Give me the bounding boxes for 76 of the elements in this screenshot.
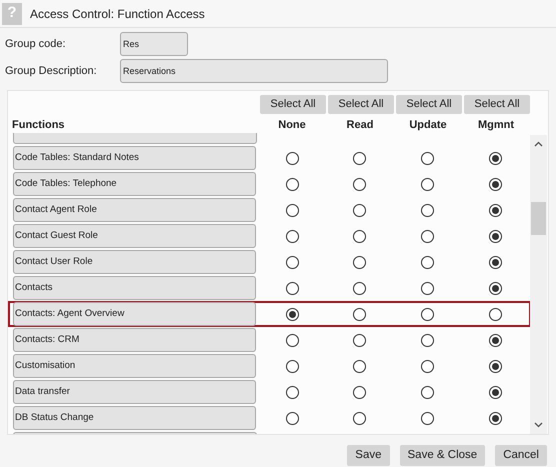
select-all-button[interactable]: Select All <box>260 95 326 114</box>
radio-button[interactable] <box>421 360 434 372</box>
radio-button[interactable] <box>353 334 366 346</box>
function-label: Code Tables: Standard Notes <box>13 146 256 170</box>
radio-button[interactable] <box>488 412 502 424</box>
radio-button[interactable] <box>353 360 366 372</box>
radio-button[interactable] <box>421 152 434 164</box>
radio-button[interactable] <box>353 230 366 242</box>
radio-button[interactable] <box>421 178 434 190</box>
radio-button[interactable] <box>286 204 299 216</box>
function-label: Contacts <box>13 276 256 300</box>
radio-button[interactable] <box>421 386 434 398</box>
radio-button[interactable] <box>488 230 502 242</box>
radio-button[interactable] <box>286 360 299 372</box>
scroll-thumb[interactable] <box>531 202 546 235</box>
column-header: None <box>278 118 306 132</box>
radio-button[interactable] <box>488 308 502 320</box>
radio-button[interactable] <box>488 386 502 398</box>
radio-button[interactable] <box>353 386 366 398</box>
radio-button[interactable] <box>488 282 502 294</box>
radio-button[interactable] <box>286 282 299 294</box>
radio-button[interactable] <box>286 256 299 268</box>
radio-button[interactable] <box>353 308 366 320</box>
function-label: Contacts: Agent Overview <box>13 302 256 326</box>
radio-button[interactable] <box>421 308 434 320</box>
column-header: Mgmnt <box>478 118 514 132</box>
radio-button[interactable] <box>286 178 299 190</box>
radio-button[interactable] <box>488 334 502 346</box>
scroll-up-icon[interactable] <box>534 141 543 147</box>
footer-button[interactable]: Cancel <box>495 445 547 466</box>
column-header: Update <box>409 118 447 132</box>
radio-button[interactable] <box>488 178 502 190</box>
window-title: Access Control: Function Access <box>30 6 205 22</box>
radio-button[interactable] <box>421 334 434 346</box>
input-field[interactable]: Reservations <box>120 59 388 83</box>
radio-button[interactable] <box>421 230 434 242</box>
function-label: Contact Guest Role <box>13 224 256 248</box>
radio-button[interactable] <box>353 282 366 294</box>
footer-button[interactable]: Save <box>347 445 390 466</box>
function-label: Code Tables: Telephone <box>13 172 256 196</box>
function-label: Contacts: CRM <box>13 328 256 352</box>
radio-button[interactable] <box>353 204 366 216</box>
radio-button[interactable] <box>286 308 299 320</box>
radio-button[interactable] <box>353 152 366 164</box>
radio-button[interactable] <box>286 152 299 164</box>
radio-button[interactable] <box>286 412 299 424</box>
radio-button[interactable] <box>421 282 434 294</box>
select-all-button[interactable]: Select All <box>464 95 530 114</box>
function-label: Data transfer <box>13 380 256 404</box>
radio-button[interactable] <box>353 412 366 424</box>
field-label: Group Description: <box>5 64 98 79</box>
field-label: Group code: <box>5 36 67 52</box>
footer-button[interactable]: Save & Close <box>400 445 486 466</box>
column-header: Functions <box>11 118 66 132</box>
radio-button[interactable] <box>488 204 502 216</box>
radio-button[interactable] <box>286 230 299 242</box>
select-all-button[interactable]: Select All <box>328 95 394 114</box>
scroll-down-icon[interactable] <box>534 422 543 428</box>
radio-button[interactable] <box>488 256 502 268</box>
radio-button[interactable] <box>488 360 502 372</box>
radio-button[interactable] <box>353 178 366 190</box>
radio-button[interactable] <box>286 386 299 398</box>
input-field[interactable]: Res <box>120 32 188 56</box>
radio-button[interactable] <box>421 204 434 216</box>
radio-button[interactable] <box>353 256 366 268</box>
function-label: Contact User Role <box>13 250 256 274</box>
radio-button[interactable] <box>421 412 434 424</box>
radio-button[interactable] <box>488 152 502 164</box>
select-all-button[interactable]: Select All <box>396 95 462 114</box>
function-label: Contact Agent Role <box>13 198 256 222</box>
radio-button[interactable] <box>286 334 299 346</box>
function-label: DB Status Change <box>13 406 256 430</box>
radio-button[interactable] <box>421 256 434 268</box>
function-label: Customisation <box>13 354 256 378</box>
scrollbar[interactable] <box>530 135 547 434</box>
column-header: Read <box>346 118 374 132</box>
